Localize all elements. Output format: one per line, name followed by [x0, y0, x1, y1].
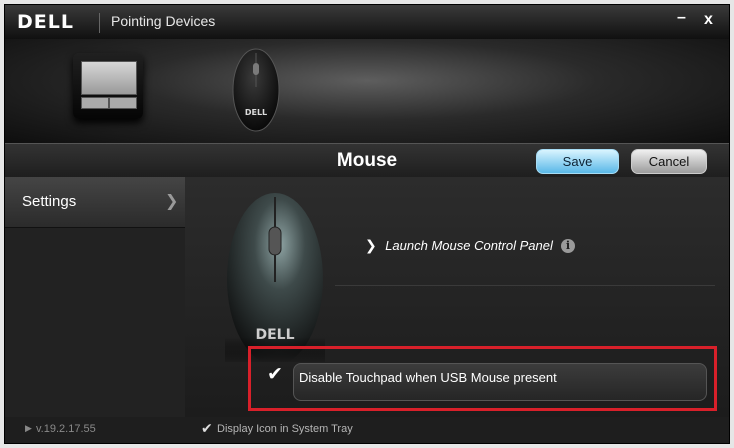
sidebar-item-label: Settings	[22, 193, 77, 210]
device-selector: DELL	[5, 39, 729, 143]
disable-touchpad-checkbox[interactable]: ✔	[267, 363, 283, 386]
settings-panel: DELL ❯ Launch Mouse Control Panel i ✔ Di…	[185, 177, 729, 417]
mouse-icon: DELL	[232, 48, 280, 132]
chevron-right-icon: ❯	[165, 193, 179, 210]
footer-bar: ✔ Display Icon in System Tray	[185, 417, 729, 443]
system-tray-checkbox[interactable]: ✔	[201, 420, 213, 437]
dell-logo: DELL	[17, 11, 74, 33]
page-title: Mouse	[336, 150, 398, 171]
page-header: Mouse Save Cancel	[5, 143, 729, 178]
info-icon[interactable]: i	[561, 239, 575, 253]
minimize-button[interactable]: –	[677, 9, 686, 27]
touchpad-device-button[interactable]	[73, 53, 143, 119]
pointing-devices-window: DELL Pointing Devices – x DELL Mouse Sav…	[4, 4, 730, 444]
launch-mouse-control-panel-link[interactable]: ❯ Launch Mouse Control Panel	[365, 237, 553, 255]
launch-link-text: Launch Mouse Control Panel	[385, 238, 553, 253]
cancel-button[interactable]: Cancel	[631, 149, 707, 174]
mouse-device-button[interactable]: DELL	[231, 47, 281, 133]
play-icon: ▶	[25, 423, 32, 433]
sidebar: Settings ❯	[5, 177, 185, 417]
title-bar: DELL Pointing Devices – x	[5, 5, 729, 39]
touchpad-icon	[81, 61, 137, 95]
mouse-logo-text: DELL	[245, 108, 267, 117]
system-tray-label[interactable]: Display Icon in System Tray	[217, 423, 353, 435]
touchpad-left-button-graphic	[81, 97, 109, 109]
title-separator	[99, 13, 100, 33]
sidebar-item-settings[interactable]: Settings ❯	[5, 177, 185, 228]
save-button[interactable]: Save	[536, 149, 619, 174]
touchpad-right-button-graphic	[109, 97, 137, 109]
version-text: v.19.2.17.55	[36, 423, 96, 435]
chevron-right-icon: ❯	[365, 237, 377, 253]
close-button[interactable]: x	[704, 11, 713, 29]
mouse-illustration: DELL	[225, 193, 325, 362]
disable-touchpad-label[interactable]: Disable Touchpad when USB Mouse present	[299, 370, 557, 385]
divider	[335, 285, 715, 286]
window-title: Pointing Devices	[111, 13, 216, 29]
version-row: ▶ v.19.2.17.55	[5, 417, 185, 443]
